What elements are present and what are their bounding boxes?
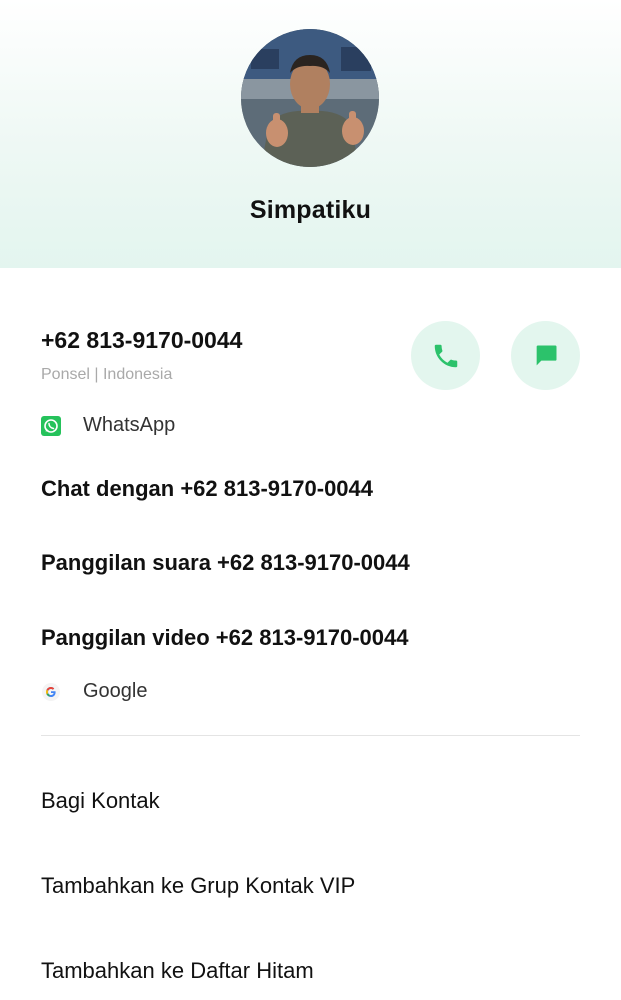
- phone-number[interactable]: +62 813-9170-0044: [41, 327, 242, 354]
- whatsapp-video-call-action[interactable]: Panggilan video +62 813-9170-0044: [41, 625, 408, 651]
- google-section-header: Google: [41, 680, 148, 703]
- whatsapp-section-header: WhatsApp: [41, 414, 175, 437]
- whatsapp-icon: [41, 415, 61, 436]
- message-button[interactable]: [511, 321, 580, 390]
- call-button[interactable]: [411, 321, 480, 390]
- avatar-photo: [241, 29, 379, 167]
- share-contact-item[interactable]: Bagi Kontak: [41, 788, 160, 814]
- phone-icon: [434, 344, 457, 367]
- add-to-blacklist-item[interactable]: Tambahkan ke Daftar Hitam: [41, 958, 314, 984]
- section-divider: [41, 735, 580, 736]
- phone-type-label: Ponsel | Indonesia: [41, 366, 173, 383]
- whatsapp-voice-call-action[interactable]: Panggilan suara +62 813-9170-0044: [41, 550, 410, 576]
- avatar[interactable]: [241, 29, 379, 167]
- whatsapp-chat-action[interactable]: Chat dengan +62 813-9170-0044: [41, 476, 373, 502]
- whatsapp-label: WhatsApp: [83, 414, 176, 436]
- google-icon: [41, 682, 61, 702]
- google-label: Google: [83, 680, 148, 702]
- add-to-vip-group-item[interactable]: Tambahkan ke Grup Kontak VIP: [41, 873, 355, 899]
- contact-name: Simpatiku: [249, 196, 372, 224]
- message-icon: [536, 345, 556, 365]
- contact-header: Simpatiku: [0, 0, 621, 268]
